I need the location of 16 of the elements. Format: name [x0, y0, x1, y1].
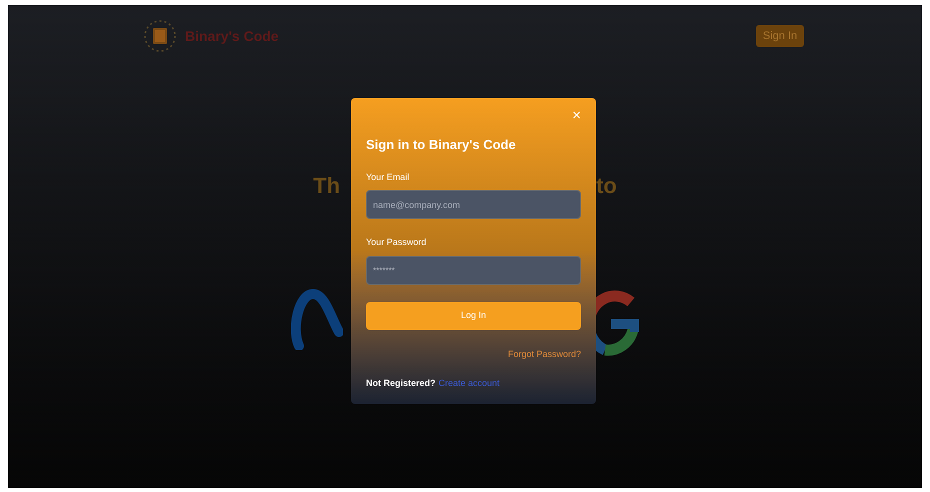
hero-heading-start: Th [313, 172, 340, 200]
email-label: Your Email [366, 170, 410, 184]
close-button[interactable]: × [572, 108, 581, 123]
password-label: Your Password [366, 236, 428, 249]
password-field[interactable]: ******* [366, 256, 581, 284]
forgot-password-link[interactable]: Forgot Password? [508, 348, 581, 361]
not-registered-text: Not Registered? [366, 377, 436, 390]
infinity-logo-icon [291, 288, 343, 350]
logo-icon [143, 19, 177, 53]
hero-heading-end: to [596, 172, 617, 200]
brand-name: Binary's Code [185, 26, 279, 46]
log-in-button[interactable]: Log In [366, 302, 581, 330]
dialog-title: Sign in to Binary's Code [366, 136, 517, 154]
email-field[interactable]: name@company.com [366, 190, 581, 219]
sign-in-button[interactable]: Sign In [756, 25, 804, 47]
create-account-link[interactable]: Create account [438, 377, 500, 390]
